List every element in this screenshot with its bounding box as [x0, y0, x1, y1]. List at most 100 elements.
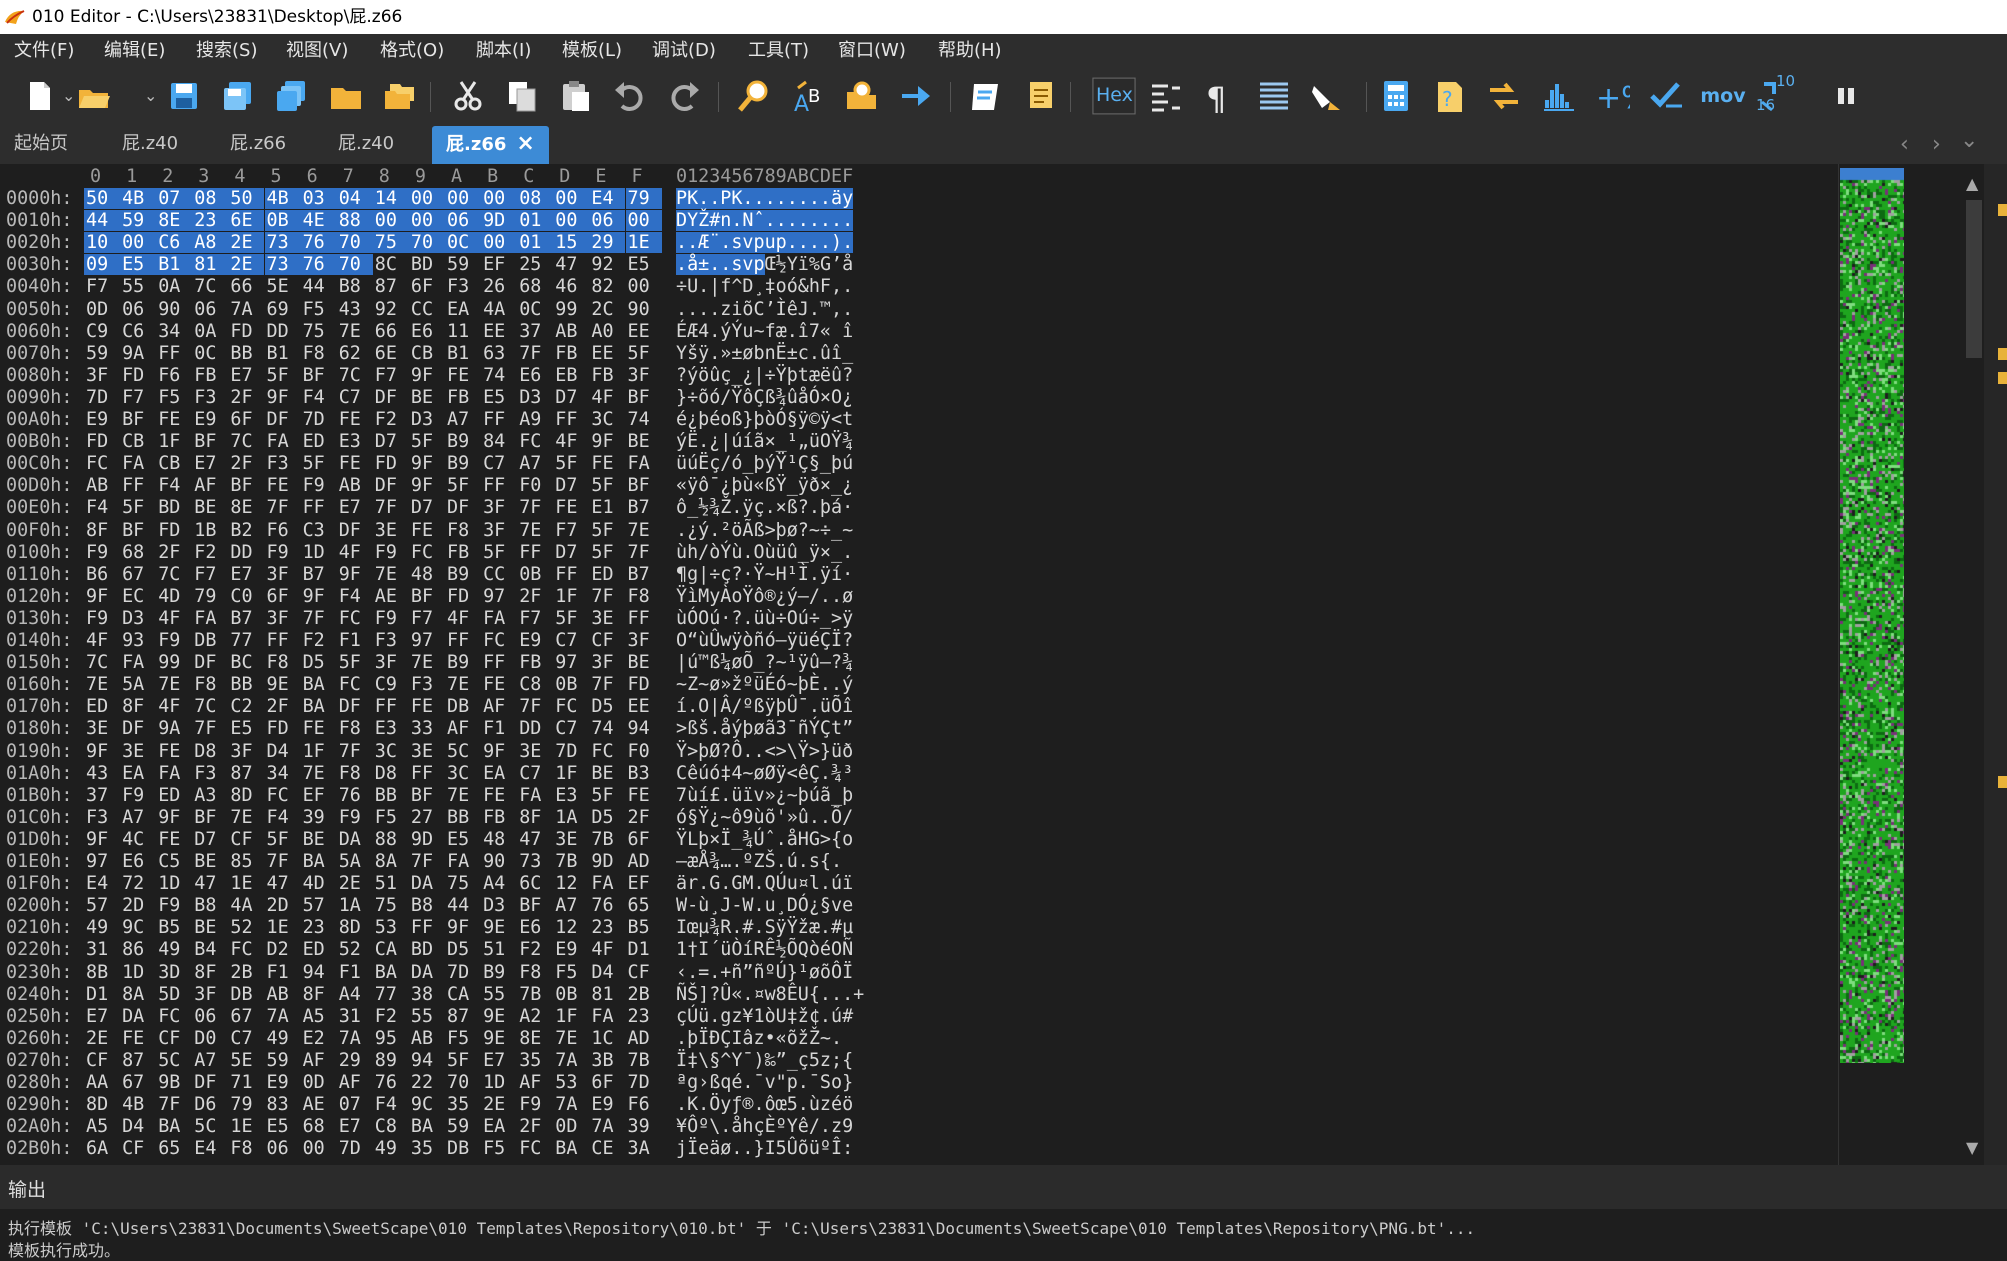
hex-byte[interactable]: F9 — [517, 1094, 553, 1115]
hex-byte[interactable]: 7E — [337, 321, 373, 342]
hex-byte[interactable]: DB — [445, 1138, 481, 1159]
hex-byte[interactable]: F3 — [373, 630, 409, 651]
hex-byte[interactable]: 0B — [264, 210, 301, 232]
hex-byte[interactable]: 7D — [84, 387, 120, 408]
hex-byte[interactable]: 10 — [84, 232, 121, 254]
hex-byte[interactable]: E7 — [481, 1050, 517, 1071]
hex-byte[interactable]: 2F — [156, 542, 192, 563]
hex-byte[interactable]: 72 — [120, 873, 156, 894]
hex-byte[interactable]: CC — [481, 564, 517, 585]
ascii-text[interactable]: .þÏÐÇIâz•«õžŽ~.­ — [676, 1028, 842, 1049]
hex-byte[interactable]: 0C — [192, 343, 228, 364]
hex-byte[interactable]: 4F — [589, 387, 625, 408]
hex-byte[interactable]: DA — [409, 962, 445, 983]
hex-byte[interactable]: 49 — [373, 1138, 409, 1159]
hex-byte[interactable]: 00 — [553, 188, 590, 209]
hex-byte[interactable]: E3 — [337, 431, 373, 452]
hex-byte[interactable]: BF — [192, 431, 228, 452]
hex-byte[interactable]: EE — [626, 696, 662, 717]
hex-byte[interactable]: 7E — [626, 520, 662, 541]
hex-byte[interactable]: DF — [445, 497, 481, 518]
hex-byte[interactable]: 7D — [626, 1072, 662, 1093]
hex-byte[interactable]: 65 — [626, 895, 662, 916]
hex-byte[interactable]: E9 — [517, 630, 553, 651]
hex-byte[interactable]: F8 — [517, 962, 553, 983]
hex-byte[interactable]: 51 — [373, 873, 409, 894]
hex-byte[interactable]: 50 — [228, 188, 265, 209]
hex-byte[interactable]: 4B — [264, 188, 301, 209]
hex-byte[interactable]: D7 — [373, 431, 409, 452]
ascii-text[interactable]: 1†I´üÒíRÊ½ÕQòéOÑ — [676, 939, 853, 960]
menu-item[interactable]: 文件(F) — [14, 34, 74, 68]
hex-byte[interactable]: 04 — [336, 188, 373, 209]
hex-byte[interactable]: FE — [589, 453, 625, 474]
bookmark-marker[interactable] — [1998, 776, 2007, 788]
hex-byte[interactable]: FF — [265, 630, 301, 651]
ascii-text[interactable]: PK..PK........äy — [676, 188, 854, 209]
hex-byte[interactable]: 89 — [373, 1050, 409, 1071]
hex-byte[interactable]: FC — [589, 741, 625, 762]
hex-byte[interactable]: 5F — [265, 829, 301, 850]
hex-byte[interactable]: A7 — [445, 409, 481, 430]
hex-byte[interactable]: 2F — [228, 387, 264, 408]
hex-byte[interactable]: FE — [626, 785, 662, 806]
menu-item[interactable]: 视图(V) — [286, 34, 348, 68]
hex-byte[interactable]: 86 — [120, 939, 156, 960]
hex-byte[interactable]: B5 — [156, 917, 192, 938]
hex-byte[interactable]: 7F — [517, 696, 553, 717]
hex-byte[interactable]: 08 — [517, 188, 554, 209]
hex-byte[interactable]: 8D — [337, 917, 373, 938]
hex-byte[interactable]: 90 — [481, 851, 517, 872]
hex-byte[interactable]: F2 — [301, 630, 337, 651]
hex-byte[interactable]: EA — [481, 1116, 517, 1137]
hex-byte[interactable]: BF — [517, 895, 553, 916]
tab[interactable]: 屁.z40 — [338, 126, 394, 164]
hex-byte[interactable]: 70 — [445, 1072, 481, 1093]
hex-byte[interactable]: ED — [301, 939, 337, 960]
hex-byte[interactable]: 8D — [228, 785, 264, 806]
hex-byte[interactable]: 5F — [265, 365, 301, 386]
hex-byte[interactable]: EA — [120, 763, 156, 784]
menu-item[interactable]: 帮助(H) — [938, 34, 1002, 68]
hex-byte[interactable]: FC — [337, 608, 373, 629]
hex-byte[interactable]: FE — [120, 1028, 156, 1049]
ascii-text[interactable]: çÚü.gz¥1òU‡ž¢.ú# — [676, 1006, 853, 1027]
hex-byte[interactable]: 00 — [408, 210, 445, 232]
hex-byte[interactable]: FB — [445, 387, 481, 408]
hex-byte[interactable]: 46 — [553, 276, 589, 297]
hex-byte[interactable]: CF — [156, 1028, 192, 1049]
hex-byte[interactable]: C7 — [481, 453, 517, 474]
hex-byte[interactable]: 2E — [337, 873, 373, 894]
hex-byte[interactable]: BA — [301, 851, 337, 872]
hex-byte[interactable]: 1A — [553, 807, 589, 828]
hex-byte[interactable]: D1 — [626, 939, 662, 960]
ascii-text[interactable]: Ÿ>þØ?Ô..<>\Ÿ>}üð — [676, 741, 853, 762]
ascii-text[interactable]: «ÿô¯¿þù«ßŸ_ÿð×_¿ — [676, 475, 853, 496]
hex-byte[interactable]: 52 — [228, 917, 264, 938]
hex-byte[interactable]: F9 — [156, 895, 192, 916]
hex-byte[interactable]: 35 — [445, 1094, 481, 1115]
hex-byte[interactable]: FE — [553, 497, 589, 518]
hex-byte[interactable]: 31 — [84, 939, 120, 960]
hex-byte[interactable]: 76 — [300, 254, 337, 276]
hex-byte[interactable]: E6 — [409, 321, 445, 342]
hex-byte[interactable]: AB — [337, 475, 373, 496]
hex-byte[interactable]: EA — [481, 763, 517, 784]
hex-byte[interactable]: 52 — [337, 939, 373, 960]
hex-byte[interactable]: 4F — [589, 939, 625, 960]
hex-byte[interactable]: F7 — [120, 387, 156, 408]
hex-byte[interactable]: E5 — [228, 718, 264, 739]
hex-byte[interactable]: CA — [445, 984, 481, 1005]
hex-byte[interactable]: FE — [409, 696, 445, 717]
hex-byte[interactable]: 7E — [301, 763, 337, 784]
hex-byte[interactable]: F8 — [337, 763, 373, 784]
hex-byte[interactable]: FA — [626, 453, 662, 474]
hex-byte[interactable]: 5D — [156, 984, 192, 1005]
ascii-text[interactable]: ÉÆ4.ýÝu~fæ.î7« î — [676, 321, 853, 342]
hex-byte[interactable]: 6F — [409, 276, 445, 297]
hex-byte[interactable]: 44 — [301, 276, 337, 297]
hex-byte[interactable]: F0 — [626, 741, 662, 762]
hex-byte[interactable]: E1 — [589, 497, 625, 518]
hex-byte[interactable]: 3E — [373, 520, 409, 541]
hex-byte[interactable]: EA — [445, 299, 481, 320]
